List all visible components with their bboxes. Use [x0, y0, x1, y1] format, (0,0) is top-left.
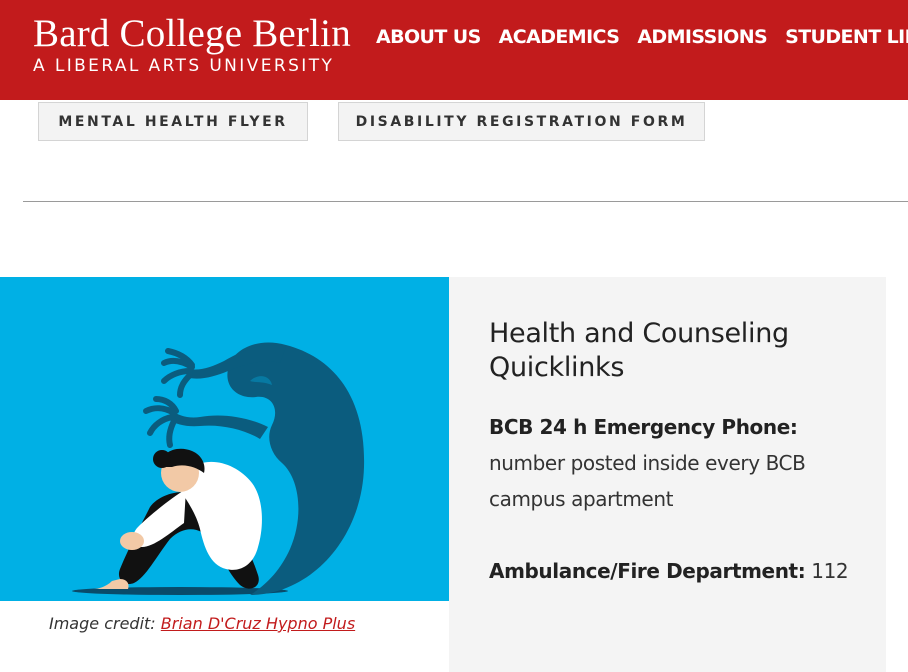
disability-registration-form-button[interactable]: DISABILITY REGISTRATION FORM: [338, 102, 705, 141]
logo-title: Bard College Berlin: [33, 12, 351, 55]
image-credit-link[interactable]: Brian D'Cruz Hypno Plus: [161, 614, 355, 633]
panel-title: Health and Counseling Quicklinks: [489, 318, 789, 383]
nav-admissions[interactable]: ADMISSIONS: [637, 22, 767, 52]
quicklinks-panel: Health and Counseling Quicklinks BCB 24 …: [449, 277, 886, 672]
mental-health-flyer-button[interactable]: MENTAL HEALTH FLYER: [38, 102, 308, 141]
image-credit-label: Image credit:: [49, 614, 156, 633]
ambulance-info: Ambulance/Fire Department: 112: [489, 553, 859, 589]
nav-academics[interactable]: ACADEMICS: [499, 22, 620, 52]
nav-student-life[interactable]: STUDENT LIFE: [785, 22, 908, 52]
site-header: Bard College Berlin A LIBERAL ARTS UNIVE…: [0, 0, 908, 100]
ambulance-label: Ambulance/Fire Department:: [489, 559, 806, 583]
emergency-phone-info: BCB 24 h Emergency Phone: number posted …: [489, 409, 859, 517]
ambulance-number: 112: [811, 559, 849, 583]
emergency-phone-text: number posted inside every BCB campus ap…: [489, 451, 806, 511]
section-divider: [23, 201, 908, 202]
image-credit: Image credit: Brian D'Cruz Hypno Plus: [49, 614, 355, 633]
mental-health-illustration: [0, 277, 449, 601]
main-nav: ABOUT US ACADEMICS ADMISSIONS STUDENT LI…: [376, 22, 908, 52]
logo-subtitle: A LIBERAL ARTS UNIVERSITY: [33, 56, 335, 76]
nav-about-us[interactable]: ABOUT US: [376, 22, 481, 52]
site-logo[interactable]: Bard College Berlin A LIBERAL ARTS UNIVE…: [33, 12, 351, 76]
emergency-phone-label: BCB 24 h Emergency Phone:: [489, 415, 798, 439]
